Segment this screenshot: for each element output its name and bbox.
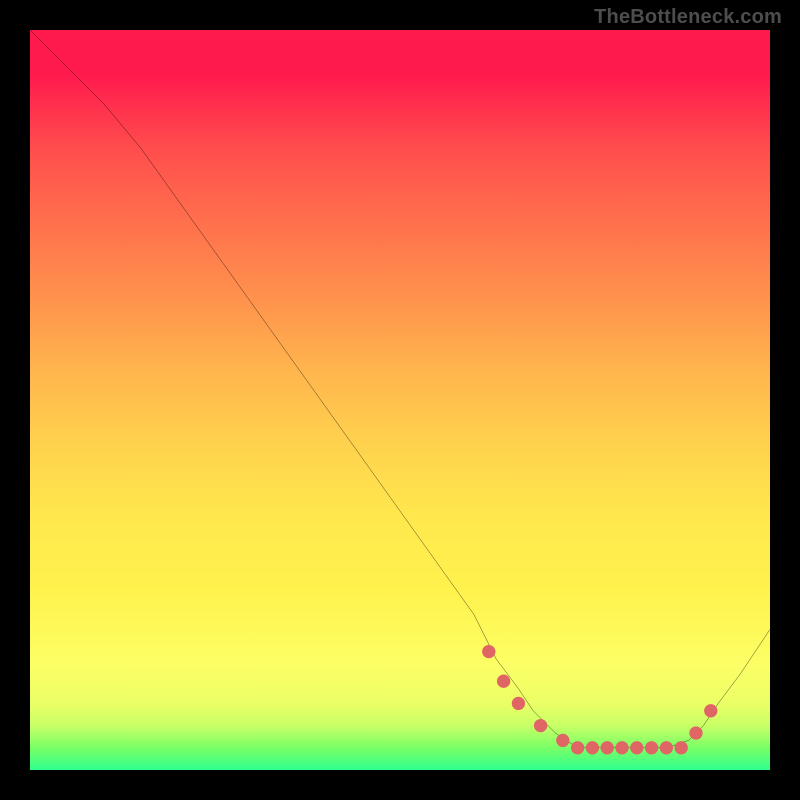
marker-point [556, 734, 569, 747]
marker-point [571, 741, 584, 754]
marker-point [497, 675, 510, 688]
marker-point [660, 741, 673, 754]
marker-point [534, 719, 547, 732]
marker-point [689, 726, 702, 739]
bottleneck-curve [30, 30, 770, 748]
chart-svg [30, 30, 770, 770]
marker-point [645, 741, 658, 754]
marker-point [482, 645, 495, 658]
marker-point [601, 741, 614, 754]
plot-area [30, 30, 770, 770]
marker-point [615, 741, 628, 754]
marker-point [630, 741, 643, 754]
attribution-label: TheBottleneck.com [594, 6, 782, 29]
marker-point [512, 697, 525, 710]
marker-group [482, 645, 717, 755]
chart-stage: TheBottleneck.com [0, 0, 800, 800]
marker-point [675, 741, 688, 754]
marker-point [704, 704, 717, 717]
marker-point [586, 741, 599, 754]
